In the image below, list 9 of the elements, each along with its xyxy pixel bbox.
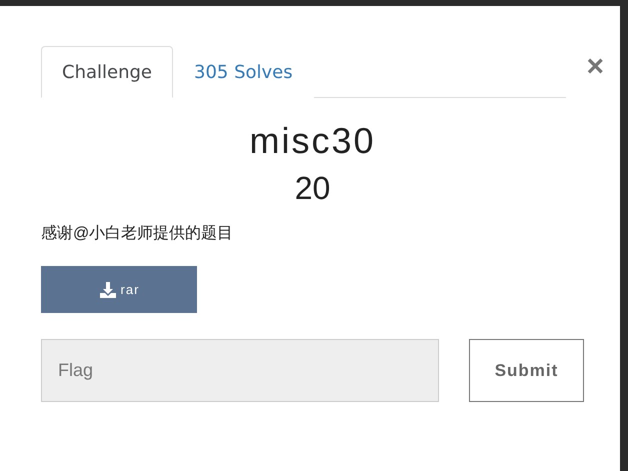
download-button[interactable]: rar <box>41 266 197 313</box>
download-icon <box>98 280 117 298</box>
tab[interactable]: Challenge <box>41 46 173 98</box>
flag-input[interactable]: Flag <box>41 339 439 402</box>
challenge-points: 20 <box>294 170 332 207</box>
close-button[interactable]: × <box>586 52 604 82</box>
challenge-description: 感谢@小白老师提供的题目 <box>41 224 234 244</box>
challenge-title: misc30 <box>248 120 377 162</box>
submit-button[interactable]: Submit <box>469 339 584 402</box>
